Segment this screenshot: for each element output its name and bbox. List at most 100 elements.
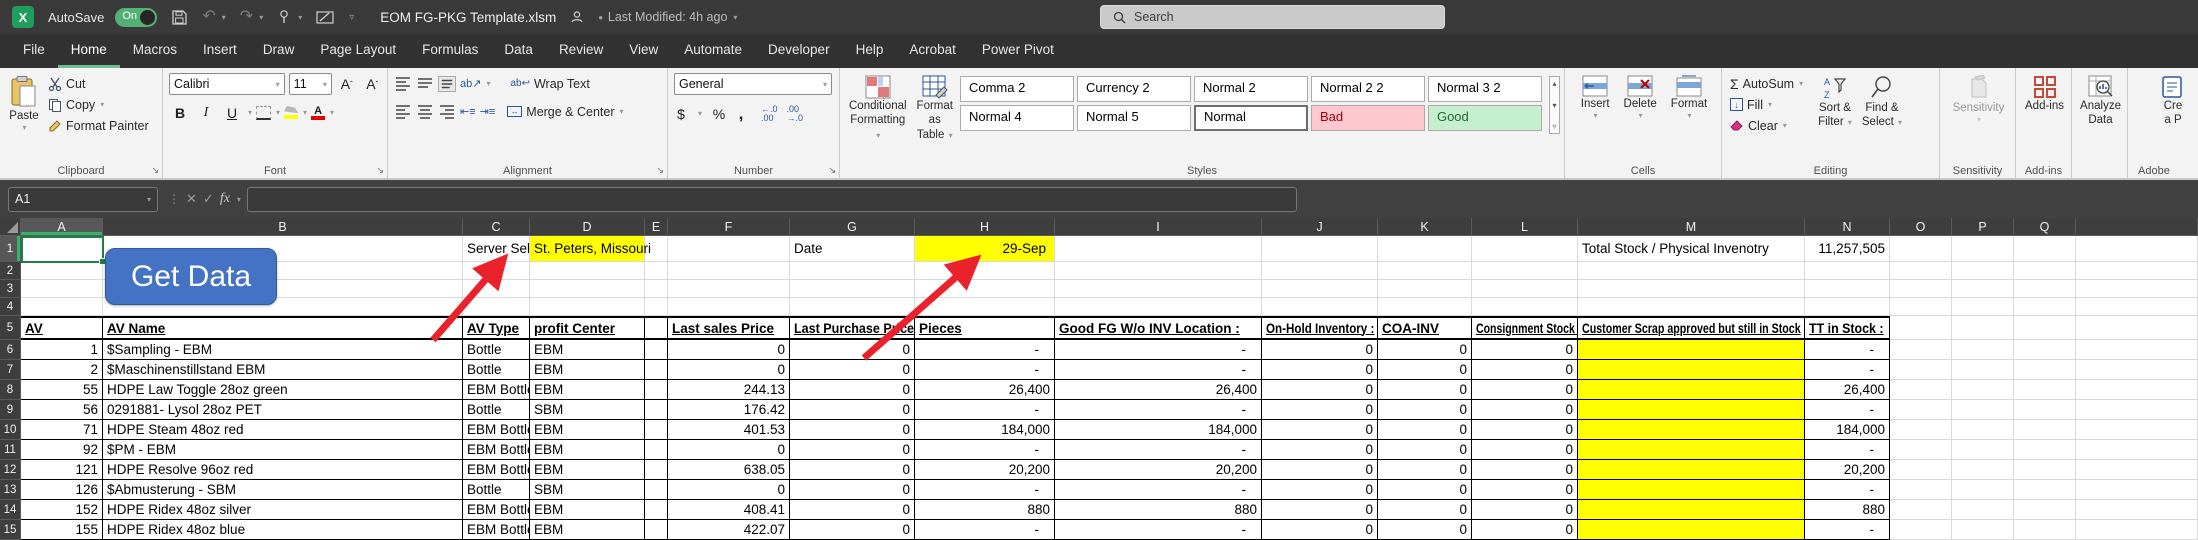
cell-K5[interactable]: COA-INV <box>1378 316 1472 340</box>
cell-I15[interactable]: - <box>1055 520 1262 540</box>
cell-C5[interactable]: AV Type <box>463 316 530 340</box>
cell-P9[interactable] <box>1952 400 2014 420</box>
cell-Q12[interactable] <box>2014 460 2076 480</box>
cell-R1[interactable] <box>2076 236 2198 262</box>
select-all-corner[interactable] <box>0 218 21 236</box>
cell-M2[interactable] <box>1578 262 1805 280</box>
cell-P11[interactable] <box>1952 440 2014 460</box>
cell-I1[interactable] <box>1055 236 1262 262</box>
cell-F6[interactable]: 0 <box>668 340 790 360</box>
align-left-icon[interactable] <box>394 104 412 120</box>
cell-B8[interactable]: HDPE Law Toggle 28oz green <box>103 380 463 400</box>
cell-J9[interactable]: 0 <box>1262 400 1378 420</box>
fill-button[interactable]: ↓ Fill▾ <box>1728 94 1805 115</box>
cell-J7[interactable]: 0 <box>1262 360 1378 380</box>
tab-insert[interactable]: Insert <box>190 34 250 68</box>
increase-indent-icon[interactable]: ⇥≡ <box>480 105 496 118</box>
cell-I2[interactable] <box>1055 262 1262 280</box>
increase-decimal-icon[interactable]: ←.0.00 <box>761 105 778 123</box>
cell-B12[interactable]: HDPE Resolve 96oz red <box>103 460 463 480</box>
cell-J15[interactable]: 0 <box>1262 520 1378 540</box>
cell-D6[interactable]: EBM <box>530 340 645 360</box>
cell-O8[interactable] <box>1890 380 1952 400</box>
cell-C14[interactable]: EBM Bottle <box>463 500 530 520</box>
tab-automate[interactable]: Automate <box>671 34 755 68</box>
cell-A3[interactable] <box>21 280 103 298</box>
row-header-6[interactable]: 6 <box>0 340 21 360</box>
cell-E2[interactable] <box>645 262 668 280</box>
ink-button[interactable] <box>316 10 334 25</box>
cell-D12[interactable]: EBM <box>530 460 645 480</box>
cell-O12[interactable] <box>1890 460 1952 480</box>
insert-cells-button[interactable]: Insert▾ <box>1578 73 1613 123</box>
alignment-dialog-launcher[interactable]: ↘ <box>656 165 664 176</box>
insert-function-button[interactable]: fx <box>220 191 230 207</box>
cell-O1[interactable] <box>1890 236 1952 262</box>
cell-D2[interactable] <box>530 262 645 280</box>
cell-I7[interactable]: - <box>1055 360 1262 380</box>
cell-D7[interactable]: EBM <box>530 360 645 380</box>
cell-Q15[interactable] <box>2014 520 2076 540</box>
enter-check-icon[interactable]: ✓ <box>203 191 214 207</box>
cell-A10[interactable]: 71 <box>21 420 103 440</box>
cell-B7[interactable]: $Maschinenstillstand EBM <box>103 360 463 380</box>
cell-I12[interactable]: 20,200 <box>1055 460 1262 480</box>
cell-A9[interactable]: 56 <box>21 400 103 420</box>
undo-button[interactable]: ↶▾ <box>202 9 225 25</box>
cell-O14[interactable] <box>1890 500 1952 520</box>
cell-N10[interactable]: 184,000 <box>1805 420 1890 440</box>
cell-O13[interactable] <box>1890 480 1952 500</box>
cell-H10[interactable]: 184,000 <box>915 420 1055 440</box>
row-header-11[interactable]: 11 <box>0 440 21 460</box>
cell-N15[interactable]: - <box>1805 520 1890 540</box>
cell-M11[interactable] <box>1578 440 1805 460</box>
row-header-5[interactable]: 5 <box>0 316 21 340</box>
column-header-G[interactable]: G <box>790 218 915 236</box>
tab-file[interactable]: File <box>10 34 58 68</box>
cell-R3[interactable] <box>2076 280 2198 298</box>
cell-P5[interactable] <box>1952 316 2014 340</box>
cell-A12[interactable]: 121 <box>21 460 103 480</box>
cell-D10[interactable]: EBM <box>530 420 645 440</box>
clear-button[interactable]: Clear▾ <box>1728 115 1805 136</box>
cell-I11[interactable]: - <box>1055 440 1262 460</box>
tab-review[interactable]: Review <box>546 34 616 68</box>
cell-M1[interactable]: Total Stock / Physical Invenotry <box>1578 236 1805 262</box>
tab-page-layout[interactable]: Page Layout <box>307 34 409 68</box>
cell-G7[interactable]: 0 <box>790 360 915 380</box>
cell-G4[interactable] <box>790 298 915 316</box>
row-header-8[interactable]: 8 <box>0 380 21 400</box>
cell-M6[interactable] <box>1578 340 1805 360</box>
cell-P7[interactable] <box>1952 360 2014 380</box>
cell-R15[interactable] <box>2076 520 2198 540</box>
cell-N8[interactable]: 26,400 <box>1805 380 1890 400</box>
cell-K15[interactable]: 0 <box>1378 520 1472 540</box>
cell-D11[interactable]: EBM <box>530 440 645 460</box>
cell-G15[interactable]: 0 <box>790 520 915 540</box>
column-header-I[interactable]: I <box>1055 218 1262 236</box>
row-header-2[interactable]: 2 <box>0 262 21 280</box>
cell-H2[interactable] <box>915 262 1055 280</box>
row-header-4[interactable]: 4 <box>0 298 21 316</box>
create-pdf-button[interactable]: Crea P <box>2142 73 2198 130</box>
cell-C8[interactable]: EBM Bottle <box>463 380 530 400</box>
cell-J5[interactable]: On-Hold Inventory : <box>1262 316 1378 340</box>
style-normal-5[interactable]: Normal 5 <box>1077 105 1191 131</box>
cell-K1[interactable] <box>1378 236 1472 262</box>
cell-L12[interactable]: 0 <box>1472 460 1578 480</box>
cell-K14[interactable]: 0 <box>1378 500 1472 520</box>
cell-K7[interactable]: 0 <box>1378 360 1472 380</box>
wrap-text-button[interactable]: ab↩ Wrap Text <box>508 73 591 94</box>
cell-L13[interactable]: 0 <box>1472 480 1578 500</box>
cell-B9[interactable]: 0291881- Lysol 28oz PET <box>103 400 463 420</box>
cell-G9[interactable]: 0 <box>790 400 915 420</box>
cell-I6[interactable]: - <box>1055 340 1262 360</box>
cell-C10[interactable]: EBM Bottle <box>463 420 530 440</box>
cell-G12[interactable]: 0 <box>790 460 915 480</box>
decrease-indent-icon[interactable]: ⇤≡ <box>460 105 476 118</box>
analyze-data-button[interactable]: AnalyzeData <box>2078 73 2123 130</box>
tab-help[interactable]: Help <box>843 34 897 68</box>
cell-Q5[interactable] <box>2014 316 2076 340</box>
cell-B15[interactable]: HDPE Ridex 48oz blue <box>103 520 463 540</box>
column-header-L[interactable]: L <box>1472 218 1578 236</box>
